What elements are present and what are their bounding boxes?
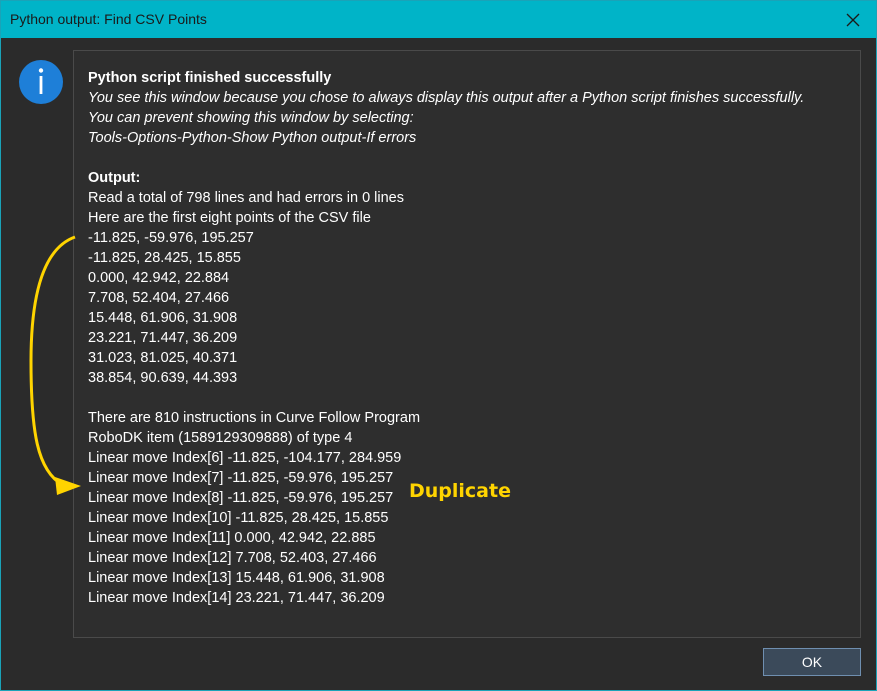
output-line: 7.708, 52.404, 27.466 [88,290,230,306]
output-heading: Output: [88,170,141,186]
title-bar: Python output: Find CSV Points [1,1,876,38]
message-heading: Python script finished successfully [88,70,332,86]
close-button[interactable] [830,1,876,38]
output-line: 38.854, 90.639, 44.393 [88,370,238,386]
program-line: There are 810 instructions in Curve Foll… [88,410,421,426]
program-line: Linear move Index[11] 0.000, 42.942, 22.… [88,530,376,546]
note-line: Tools-Options-Python-Show Python output-… [88,130,417,146]
program-line: Linear move Index[6] -11.825, -104.177, … [88,450,402,466]
window-title: Python output: Find CSV Points [10,11,207,27]
info-icon [19,60,63,104]
output-line: 31.023, 81.025, 40.371 [88,350,238,366]
output-line: Read a total of 798 lines and had errors… [88,190,404,206]
output-line: -11.825, -59.976, 195.257 [88,230,254,246]
close-icon [846,13,860,26]
output-line: 15.448, 61.906, 31.908 [88,310,238,326]
output-line: Here are the first eight points of the C… [88,210,371,226]
program-line: RoboDK item (1589129309888) of type 4 [88,430,353,446]
ok-button[interactable]: OK [763,648,861,676]
output-line: -11.825, 28.425, 15.855 [88,250,241,266]
output-line: 0.000, 42.942, 22.884 [88,270,230,286]
program-line: Linear move Index[10] -11.825, 28.425, 1… [88,510,389,526]
output-line: 23.221, 71.447, 36.209 [88,330,238,346]
program-line: Linear move Index[12] 7.708, 52.403, 27.… [88,550,377,566]
output-text: Python script finished successfully You … [88,68,848,608]
program-line: Linear move Index[14] 23.221, 71.447, 36… [88,590,385,606]
program-line: Linear move Index[13] 15.448, 61.906, 31… [88,570,385,586]
duplicate-label: Duplicate [409,480,511,502]
note-line: You can prevent showing this window by s… [88,110,414,126]
dialog-window: Python output: Find CSV Points Python sc… [0,0,877,691]
note-line: You see this window because you chose to… [88,90,805,106]
